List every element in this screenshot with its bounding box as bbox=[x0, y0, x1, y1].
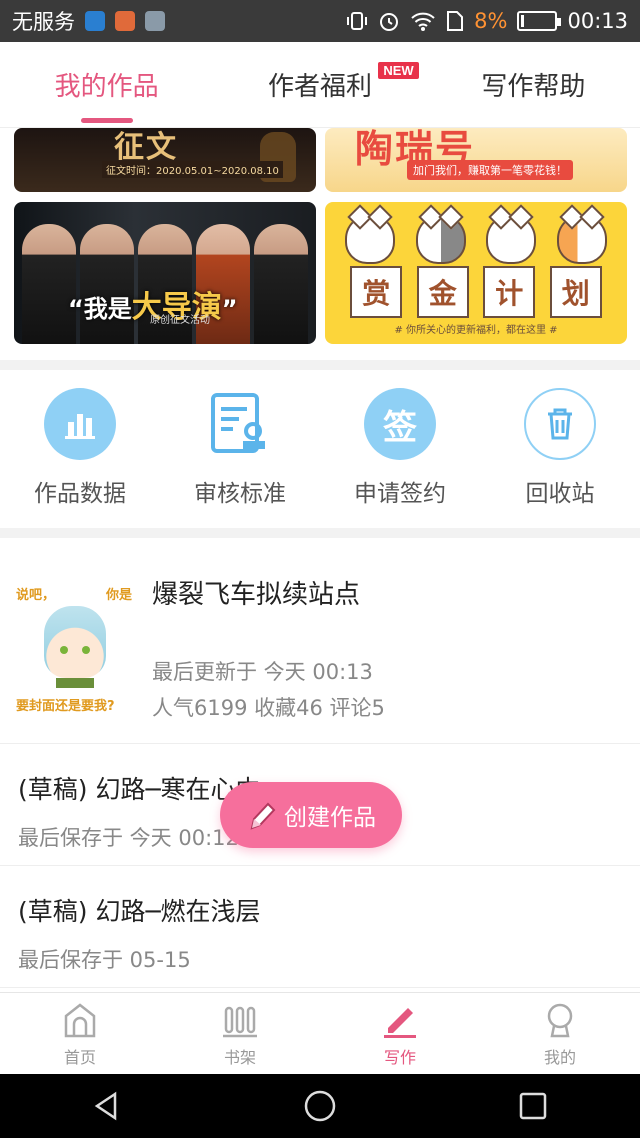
tab-label: 写作帮助 bbox=[481, 72, 586, 102]
nav-write[interactable]: 写作 bbox=[320, 993, 480, 1074]
action-label: 作品数据 bbox=[34, 481, 126, 507]
bar-chart-icon bbox=[44, 388, 116, 460]
nav-label: 我的 bbox=[543, 1047, 576, 1067]
document-review-icon bbox=[204, 388, 276, 460]
action-label: 申请签约 bbox=[354, 481, 446, 507]
section-divider bbox=[0, 360, 640, 370]
sign-icon: 签 bbox=[364, 388, 436, 460]
banner-subtitle: 原创征文活动 bbox=[150, 315, 210, 326]
back-button[interactable] bbox=[87, 1086, 127, 1126]
battery-saver-app-icon bbox=[115, 11, 135, 31]
battery-percent: 8% bbox=[474, 9, 508, 33]
active-tab-indicator bbox=[80, 118, 133, 123]
banner-recruit[interactable]: 陶瑞号 加门我们，赚取第一笔零花钱！ bbox=[325, 128, 627, 192]
works-list: 说吧， 你是 要封面还是要我? 爆裂飞车拟续站点 最后更新于 今天 00:13 … bbox=[0, 538, 640, 992]
nav-label: 首页 bbox=[63, 1047, 96, 1067]
bookshelf-icon bbox=[223, 1006, 257, 1037]
wifi-icon bbox=[411, 12, 435, 31]
list-item-draft[interactable]: (草稿) 幻路─燃在浅层 最后保存于 05-15 bbox=[0, 866, 640, 988]
action-apply-contract[interactable]: 签 申请签约 bbox=[320, 370, 480, 528]
tab-my-works[interactable]: 我的作品 bbox=[0, 42, 213, 127]
banner-grid: 征文 征文时间：2020.05.01~2020.08.10 陶瑞号 加门我们，赚… bbox=[0, 128, 640, 360]
title-card: 金 bbox=[416, 266, 469, 318]
new-badge: NEW bbox=[378, 62, 419, 79]
work-title: 爆裂飞车拟续站点 bbox=[152, 580, 361, 610]
status-bar: 无服务 8% 00:13 bbox=[0, 0, 640, 42]
back-triangle-icon bbox=[94, 1091, 116, 1121]
top-tab-bar: 我的作品 作者福利 NEW 写作帮助 bbox=[0, 42, 640, 128]
carrier-label: 无服务 bbox=[12, 10, 75, 34]
vibrate-icon bbox=[347, 12, 368, 30]
tab-writing-help[interactable]: 写作帮助 bbox=[427, 42, 640, 127]
home-icon bbox=[64, 1002, 96, 1037]
banner-title-cards: 赏 金 计 划 bbox=[343, 266, 609, 318]
battery-icon bbox=[517, 11, 562, 31]
work-cover: 说吧， 你是 要封面还是要我? bbox=[16, 578, 134, 714]
system-nav-bar bbox=[0, 1074, 640, 1138]
gallery-app-icon bbox=[145, 11, 165, 31]
create-work-label: 创建作品 bbox=[284, 805, 376, 831]
pencil-icon bbox=[384, 1007, 416, 1038]
action-label: 回收站 bbox=[525, 481, 595, 507]
home-button[interactable] bbox=[300, 1086, 340, 1126]
nav-me[interactable]: 我的 bbox=[480, 993, 640, 1074]
recents-square-icon bbox=[520, 1092, 547, 1120]
draft-saved: 最后保存于 05-15 bbox=[18, 948, 191, 972]
banner-bounty-plan[interactable]: 赏 金 计 划 # 你所关心的更新福利，都在这里 # bbox=[325, 202, 627, 344]
bottom-nav: 首页 书架 写作 我的 bbox=[0, 992, 640, 1074]
banner-subtitle: 加门我们，赚取第一笔零花钱！ bbox=[407, 160, 573, 180]
tab-author-benefits[interactable]: 作者福利 NEW bbox=[213, 42, 426, 127]
nav-home[interactable]: 首页 bbox=[0, 993, 160, 1074]
quick-actions: 作品数据 审核标准 签 申请签约 回收站 bbox=[0, 370, 640, 528]
banner-subtitle: 征文时间：2020.05.01~2020.08.10 bbox=[102, 161, 283, 178]
action-recycle-bin[interactable]: 回收站 bbox=[480, 370, 640, 528]
title-card: 计 bbox=[483, 266, 536, 318]
trash-icon bbox=[524, 388, 596, 460]
list-item-work[interactable]: 说吧， 你是 要封面还是要我? 爆裂飞车拟续站点 最后更新于 今天 00:13 … bbox=[0, 538, 640, 744]
banner-subtitle: # 你所关心的更新福利，都在这里 # bbox=[394, 325, 558, 336]
nav-label: 写作 bbox=[383, 1047, 416, 1067]
action-label: 审核标准 bbox=[194, 481, 286, 507]
tab-label: 作者福利 bbox=[267, 72, 372, 102]
nav-label: 书架 bbox=[223, 1047, 256, 1067]
pencil-icon bbox=[250, 802, 276, 830]
banner-contest[interactable]: 征文 征文时间：2020.05.01~2020.08.10 bbox=[14, 128, 316, 192]
create-work-button[interactable]: 创建作品 bbox=[220, 782, 402, 848]
cat-illustrations bbox=[335, 214, 617, 264]
home-circle-icon bbox=[304, 1090, 336, 1122]
work-stats: 人气6199 收藏46 评论5 bbox=[152, 696, 385, 720]
profile-icon bbox=[547, 1003, 573, 1037]
tab-label: 我的作品 bbox=[54, 72, 159, 102]
section-divider bbox=[0, 528, 640, 538]
nav-bookshelf[interactable]: 书架 bbox=[160, 993, 320, 1074]
alarm-icon bbox=[380, 13, 399, 31]
clock: 00:13 bbox=[567, 9, 628, 33]
sim-icon bbox=[447, 11, 464, 31]
title-card: 赏 bbox=[350, 266, 403, 318]
banner-director-contest[interactable]: “我是大导演” 原创征文活动 bbox=[14, 202, 316, 344]
action-review-standard[interactable]: 审核标准 bbox=[160, 370, 320, 528]
draft-title: (草稿) 幻路─燃在浅层 bbox=[18, 897, 261, 926]
health-app-icon bbox=[85, 11, 105, 31]
title-card: 划 bbox=[549, 266, 602, 318]
draft-saved: 最后保存于 今天 00:12 bbox=[18, 826, 239, 850]
recents-button[interactable] bbox=[513, 1086, 553, 1126]
action-work-data[interactable]: 作品数据 bbox=[0, 370, 160, 528]
work-updated: 最后更新于 今天 00:13 bbox=[152, 660, 373, 684]
